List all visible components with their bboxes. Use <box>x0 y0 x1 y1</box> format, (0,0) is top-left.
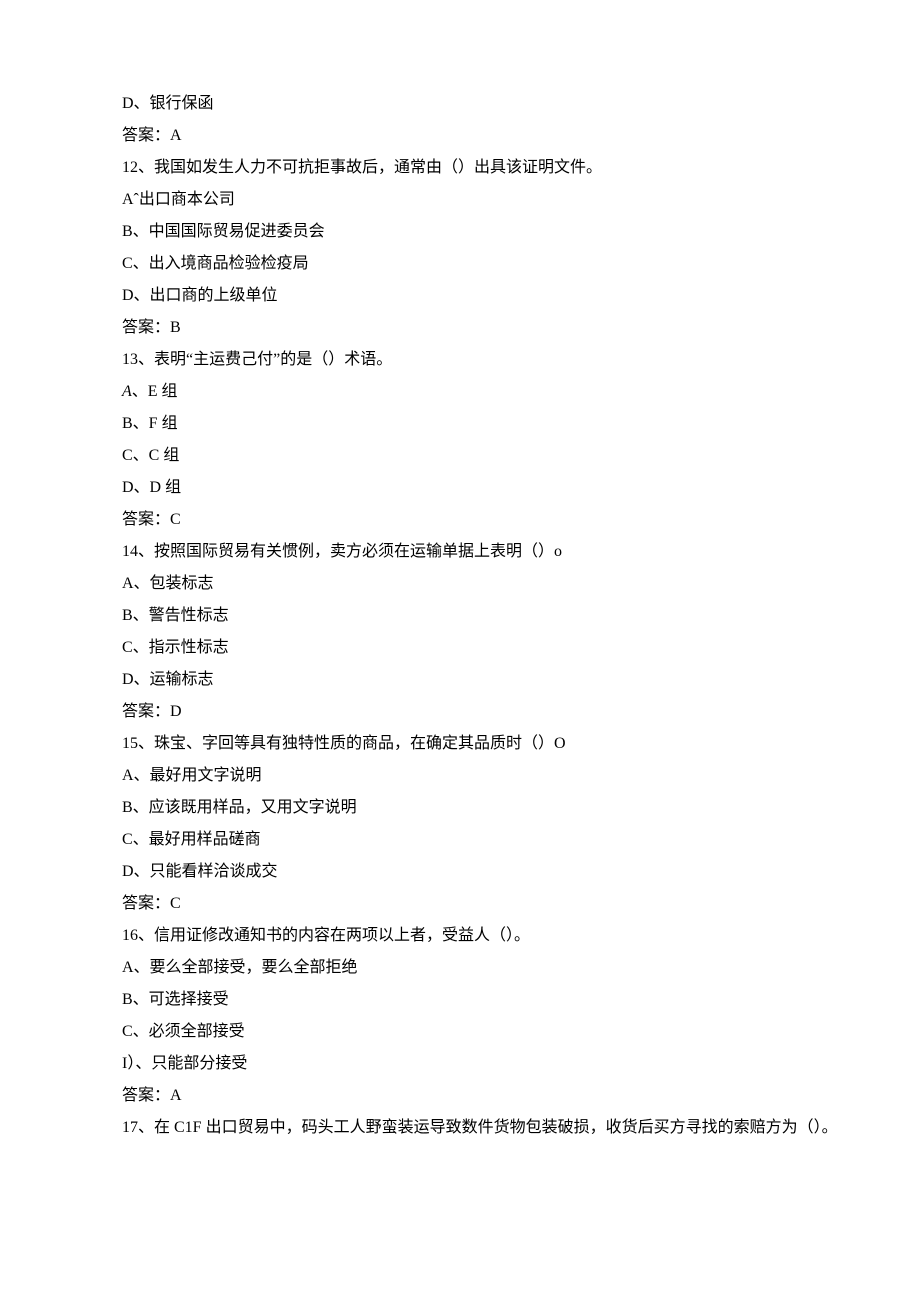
text-line: 答案：D <box>90 696 920 728</box>
text-line: 答案：C <box>90 888 920 920</box>
text-line: 14、按照国际贸易有关惯例，卖方必须在运输单据上表明（）o <box>90 536 920 568</box>
text-line: B、应该既用样品，又用文字说明 <box>90 792 920 824</box>
text-line: C、最好用样品磋商 <box>90 824 920 856</box>
text-line: A、要么全部接受，要么全部拒绝 <box>90 952 920 984</box>
text-line: D、D 组 <box>90 472 920 504</box>
text-line: 15、珠宝、字回等具有独特性质的商品，在确定其品质时（）O <box>90 728 920 760</box>
text-line: B、警告性标志 <box>90 600 920 632</box>
text-line: C、C 组 <box>90 440 920 472</box>
text-span: A <box>122 383 132 400</box>
text-line: 16、信用证修改通知书的内容在两项以上者，受益人（）。 <box>90 920 920 952</box>
text-line: A、最好用文字说明 <box>90 760 920 792</box>
text-line: B、可选择接受 <box>90 984 920 1016</box>
text-line: Aˆ出口商本公司 <box>90 184 920 216</box>
document-body: D、银行保函答案：A12、我国如发生人力不可抗拒事故后，通常由（）出具该证明文件… <box>90 88 920 1144</box>
text-line: B、F 组 <box>90 408 920 440</box>
text-line: 17、在 C1F 出口贸易中，码头工人野蛮装运导致数件货物包装破损，收货后买方寻… <box>90 1112 920 1144</box>
text-line: 答案：A <box>90 120 920 152</box>
text-line: A、E 组 <box>90 376 920 408</box>
text-line: C、指示性标志 <box>90 632 920 664</box>
text-line: 答案：B <box>90 312 920 344</box>
text-line: D、出口商的上级单位 <box>90 280 920 312</box>
text-line: 答案：C <box>90 504 920 536</box>
text-line: 13、表明“主运费己付”的是（）术语。 <box>90 344 920 376</box>
text-span: 、E 组 <box>132 383 178 400</box>
text-line: C、必须全部接受 <box>90 1016 920 1048</box>
text-line: B、中国国际贸易促进委员会 <box>90 216 920 248</box>
text-line: C、出入境商品检验检疫局 <box>90 248 920 280</box>
text-line: 答案：A <box>90 1080 920 1112</box>
text-line: D、运输标志 <box>90 664 920 696</box>
text-line: 12、我国如发生人力不可抗拒事故后，通常由（）出具该证明文件。 <box>90 152 920 184</box>
text-line: D、银行保函 <box>90 88 920 120</box>
text-line: I）、只能部分接受 <box>90 1048 920 1080</box>
text-line: D、只能看样洽谈成交 <box>90 856 920 888</box>
text-line: A、包装标志 <box>90 568 920 600</box>
